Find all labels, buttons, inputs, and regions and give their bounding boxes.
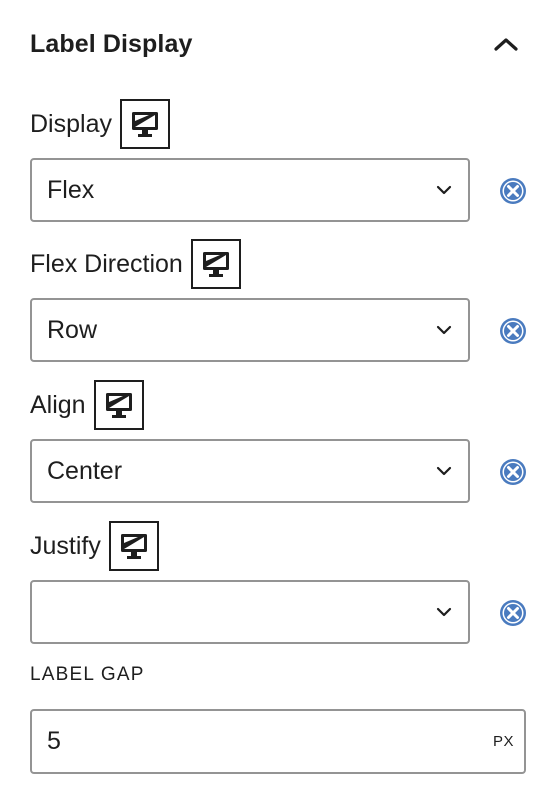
desktop-icon xyxy=(120,534,147,559)
label-gap-value: 5 xyxy=(47,727,61,755)
align-select[interactable]: Center xyxy=(30,439,470,503)
chevron-down-icon xyxy=(434,461,454,481)
flex-direction-label: Flex Direction xyxy=(30,249,183,278)
display-field: Display Flex xyxy=(30,98,526,222)
clear-circle-icon xyxy=(500,600,526,626)
chevron-up-icon[interactable] xyxy=(486,24,526,64)
align-field: Align Center xyxy=(30,379,526,503)
display-select-value: Flex xyxy=(47,175,95,204)
clear-circle-icon xyxy=(500,318,526,344)
desktop-icon xyxy=(131,112,158,137)
justify-select[interactable] xyxy=(30,580,470,644)
clear-display-button[interactable] xyxy=(498,176,528,206)
flex-direction-field: Flex Direction Row xyxy=(30,238,526,362)
align-select-value: Center xyxy=(47,456,123,485)
panel-header-toggle[interactable]: Label Display xyxy=(30,22,526,66)
display-label: Display xyxy=(30,109,112,138)
display-select[interactable]: Flex xyxy=(30,158,470,222)
unit-select[interactable]: PX xyxy=(493,733,514,750)
clear-align-button[interactable] xyxy=(498,457,528,487)
chevron-down-icon xyxy=(434,320,454,340)
panel-title: Label Display xyxy=(30,29,193,58)
device-toggle-button[interactable] xyxy=(108,521,159,571)
label-gap-label: LABEL GAP xyxy=(30,664,145,685)
clear-justify-button[interactable] xyxy=(498,598,528,628)
align-label: Align xyxy=(30,390,86,419)
desktop-icon xyxy=(202,252,229,277)
clear-flex-direction-button[interactable] xyxy=(498,316,528,346)
chevron-down-icon xyxy=(434,602,454,622)
clear-circle-icon xyxy=(500,459,526,485)
justify-label: Justify xyxy=(30,531,101,560)
label-gap-input[interactable]: 5 PX xyxy=(30,709,526,774)
clear-circle-icon xyxy=(500,178,526,204)
desktop-icon xyxy=(105,393,132,418)
justify-field: Justify xyxy=(30,520,526,644)
label-display-panel: Label Display Display Flex Flex Directio… xyxy=(0,0,556,802)
flex-direction-select[interactable]: Row xyxy=(30,298,470,362)
device-toggle-button[interactable] xyxy=(190,239,241,289)
chevron-down-icon xyxy=(434,180,454,200)
flex-direction-select-value: Row xyxy=(47,315,98,344)
device-toggle-button[interactable] xyxy=(93,380,144,430)
device-toggle-button[interactable] xyxy=(119,99,170,149)
